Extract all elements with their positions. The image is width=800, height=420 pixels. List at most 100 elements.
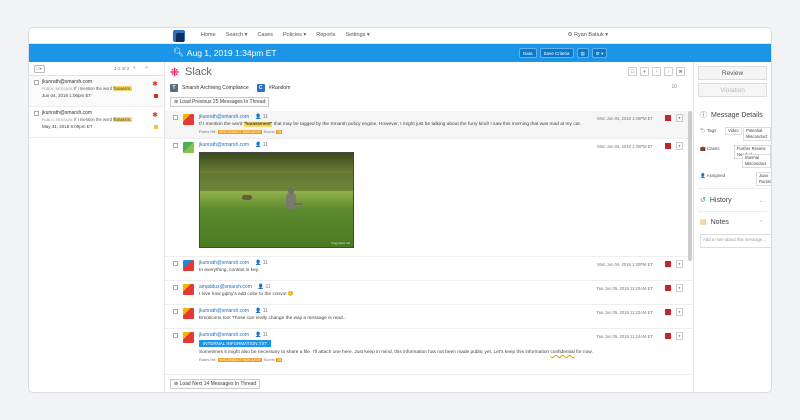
flag-icon[interactable] [665, 115, 671, 121]
nav-policies[interactable]: Policies ▾ [283, 32, 306, 38]
case-chip[interactable]: Internal Misconduct [742, 154, 771, 168]
message[interactable]: amaddux@smarsh.com 👤 11 I love how giphy's… [165, 281, 693, 305]
flag-icon[interactable] [665, 309, 671, 315]
save-criteria-button[interactable]: Save Criteria [539, 48, 574, 58]
nav-reports[interactable]: Reports [316, 32, 335, 38]
sender-email[interactable]: amaddux@smarsh.com [199, 284, 252, 290]
section-title: History [709, 196, 732, 204]
load-previous-button[interactable]: ⊕ Load Previous 25 Messages In Thread [170, 97, 270, 107]
image-attachment[interactable]: Piggyback cat [199, 152, 354, 248]
nav-search[interactable]: Search ▾ [226, 32, 248, 38]
select-tool[interactable]: ☐ [628, 67, 637, 76]
nav-settings[interactable]: Settings ▾ [346, 32, 370, 38]
message-date: Tue Jun 05, 2018 11:24AM ET [596, 334, 653, 339]
tag-chip[interactable]: Video [725, 127, 742, 135]
sender-email[interactable]: jkunrath@smarsh.com [199, 260, 249, 266]
smarsh-logo[interactable] [173, 30, 185, 42]
tags-label: 🏷 Tags [700, 128, 717, 133]
nav-home[interactable]: Home [201, 32, 216, 38]
prev-button[interactable]: ‹ [652, 67, 661, 76]
scrollbar[interactable] [688, 111, 692, 261]
message[interactable]: jkunrath@smarsh.com 👤 11 In everything, co… [165, 257, 693, 281]
message-menu[interactable]: ▾ [676, 308, 683, 316]
message-menu[interactable]: ▾ [676, 142, 683, 150]
search-date[interactable]: 🔍︎ Aug 1, 2019 1:34pm ET [173, 47, 277, 58]
message-menu[interactable]: ▾ [676, 114, 683, 122]
list-item[interactable]: jkunrath@smarsh.com PUBLIC MESSAGE If I … [29, 107, 164, 138]
message-checkbox[interactable] [173, 143, 178, 148]
select-all-checkbox[interactable]: ☐▾ [34, 65, 45, 73]
chevron-up-icon[interactable]: ⌃ [759, 112, 763, 118]
flag-icon[interactable] [665, 333, 671, 339]
user-menu[interactable]: ⚙ Ryan Batiuk ▾ [568, 32, 608, 38]
recipient-count: 👤 11 [255, 332, 268, 338]
item-date: May 31, 2018 6:09pm ET [42, 124, 93, 129]
avatar [183, 284, 194, 295]
avatar [183, 332, 194, 343]
message-checkbox[interactable] [173, 285, 178, 290]
flag-icon[interactable] [665, 285, 671, 291]
message-checkbox[interactable] [173, 333, 178, 338]
notes-header[interactable]: ▤ Notes [700, 218, 729, 227]
assignee-chip[interactable]: Juan Rurrath [756, 172, 771, 186]
chevron-up-icon[interactable]: ⌃ [759, 220, 763, 226]
message-details-header[interactable]: ⓘ Message Details [700, 110, 763, 120]
tag-chip[interactable]: Potential Misconduct [743, 127, 771, 141]
channel-icon: C [256, 84, 265, 92]
message[interactable]: jkunrath@smarsh.com 👤 11 INTERNAL INFORMA… [165, 329, 693, 375]
rule-tag[interactable]: MISCONDUCT INDICATOR [218, 130, 262, 134]
close-button[interactable]: ✖ [676, 67, 685, 76]
sender-email[interactable]: jkunrath@smarsh.com [199, 142, 249, 148]
message[interactable]: jkunrath@smarsh.com 👤 11 Emoticons too! Th… [165, 305, 693, 329]
file-attachment[interactable]: INTERNAL INFORMATION.TXT [199, 340, 272, 347]
dropdown-tool[interactable]: ▾ [640, 67, 649, 76]
text-part: that may be tagged by the Smarsh policy … [272, 122, 582, 127]
settings-button[interactable]: ⚙ ▾ [591, 48, 608, 58]
next-button[interactable]: › [664, 67, 673, 76]
score-label: Score: [263, 129, 276, 134]
data-button[interactable]: Data [519, 48, 537, 58]
rules-hit: Rules Hit: MISCONDUCT INDICATOR Score: 2… [199, 356, 611, 364]
message-checkbox[interactable] [173, 115, 178, 120]
chevron-down-icon[interactable]: ⌄ [759, 198, 763, 204]
rules-label: Rules Hit: [199, 357, 217, 362]
load-next-button[interactable]: ⊕ Load Next 14 Messages In Thread [170, 379, 261, 389]
violation-button[interactable]: Violation [698, 83, 767, 97]
message-menu[interactable]: ▾ [676, 260, 683, 268]
message-checkbox[interactable] [173, 309, 178, 314]
main-menu: Home Search ▾ Cases Policies ▾ Reports S… [201, 32, 370, 38]
item-checkbox[interactable] [34, 80, 39, 85]
message-sender: jkunrath@smarsh.com 👤 11 [199, 142, 611, 149]
history-icon: ↺ [700, 197, 706, 204]
policy-hit: confidential [550, 350, 575, 355]
message-checkbox[interactable] [173, 261, 178, 266]
item-checkbox[interactable] [34, 111, 39, 116]
rule-tag[interactable]: MISCONDUCT INDICATOR [218, 358, 262, 362]
sender-email[interactable]: jkunrath@smarsh.com [199, 114, 249, 120]
review-button[interactable]: Review [698, 66, 767, 80]
item-date: Jun 04, 2018 1:06pm ET [42, 93, 92, 98]
message-date: Mon Jun 04, 2018 1:06PM ET [597, 116, 653, 121]
nav-cases[interactable]: Cases [257, 32, 273, 38]
message[interactable]: jkunrath@smarsh.com 👤 11 Piggyback cat Mo… [165, 139, 693, 257]
message[interactable]: jkunrath@smarsh.com 👤 11 If I mention the… [165, 111, 693, 139]
sender-email[interactable]: jkunrath@smarsh.com [199, 308, 249, 314]
avatar [183, 308, 194, 319]
message-menu[interactable]: ▾ [676, 284, 683, 292]
message-menu[interactable]: ▾ [676, 332, 683, 340]
sender-email[interactable]: jkunrath@smarsh.com [199, 332, 249, 338]
section-title: Message Details [711, 111, 763, 119]
flag-icon[interactable] [665, 261, 671, 267]
list-item[interactable]: jkunrath@smarsh.com PUBLIC MESSAGE If I … [29, 76, 164, 107]
message-sender: jkunrath@smarsh.com 👤 11 [199, 114, 611, 121]
info-icon: ⓘ [700, 112, 707, 119]
flag-icon[interactable] [665, 143, 671, 149]
text-part: Sometimes it might also be necessary to … [199, 350, 551, 355]
notes-input[interactable]: Add a note about this message... [700, 234, 771, 248]
channel-tools: ☐ ▾ ‹ › ✖ [628, 67, 685, 76]
recipient-count: 👤 11 [255, 114, 268, 120]
history-header[interactable]: ↺ History [700, 196, 732, 205]
results-pager[interactable]: « » [133, 65, 152, 71]
layout-button[interactable]: ▤ [576, 48, 589, 58]
divider [698, 211, 767, 212]
